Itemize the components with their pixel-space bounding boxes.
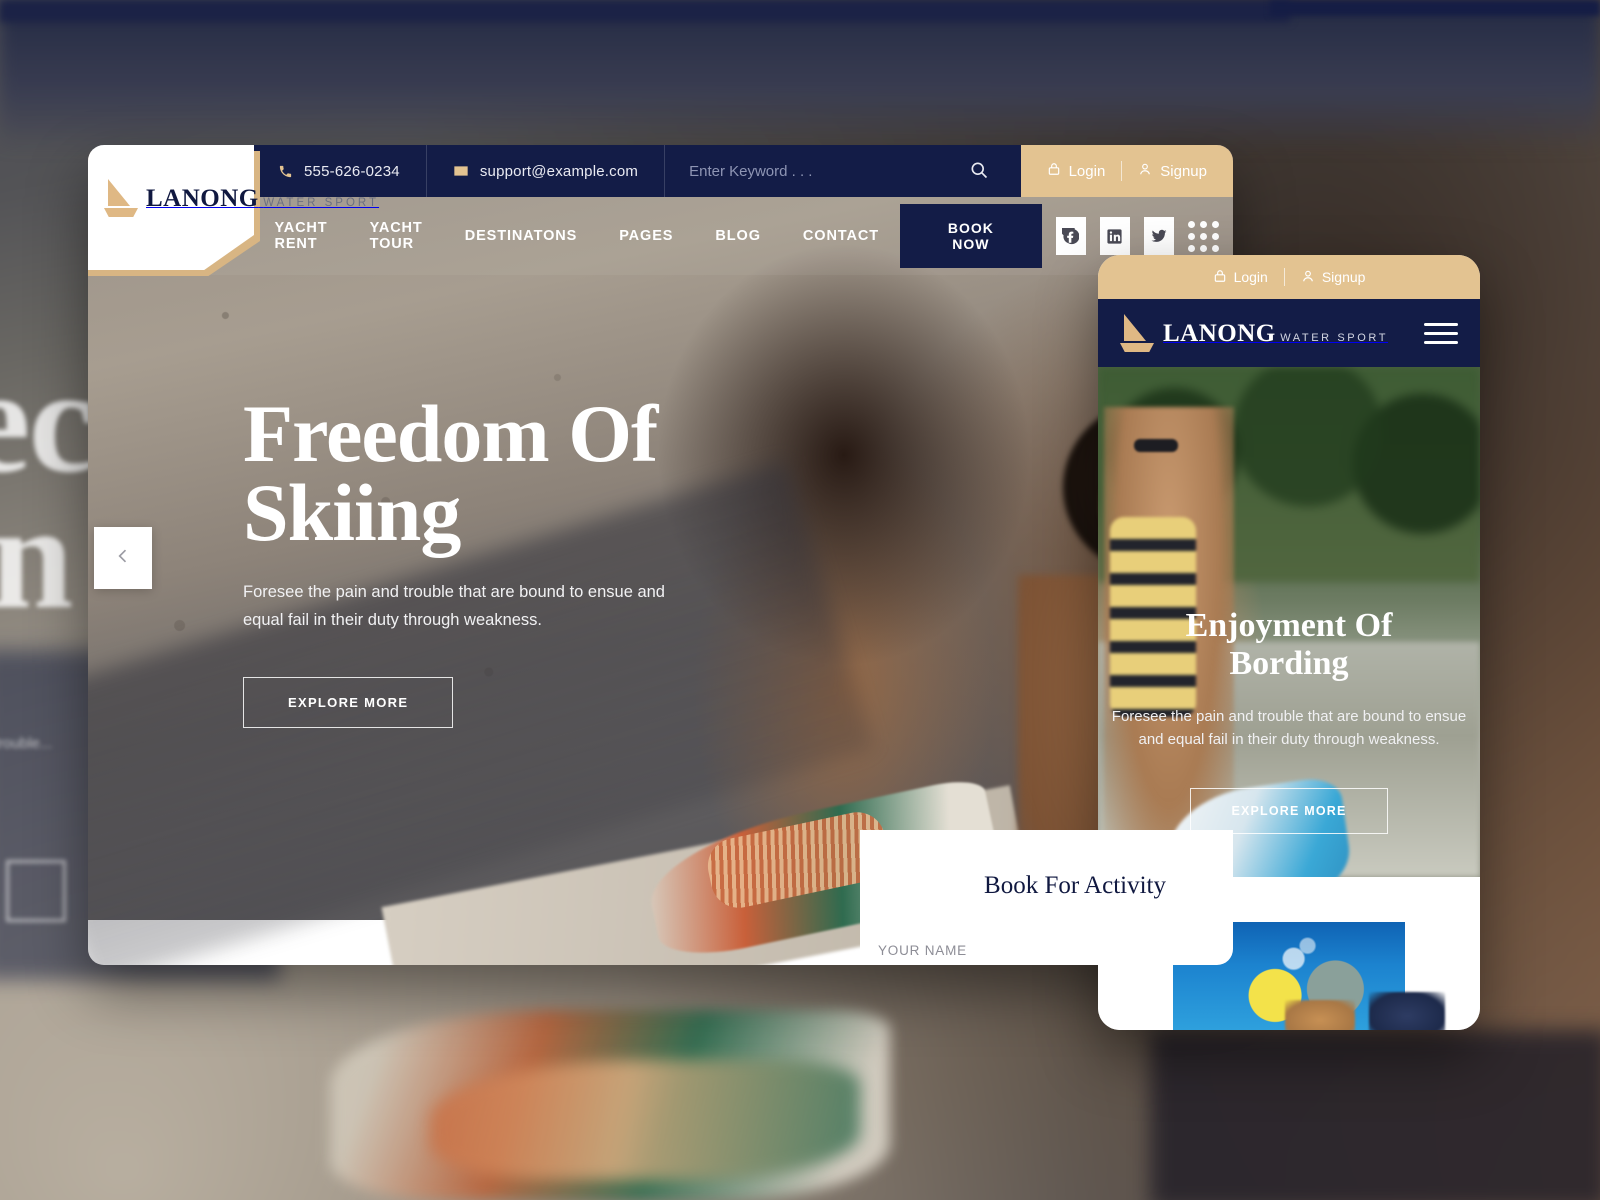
background-top-shade <box>0 0 1600 150</box>
chevron-left-icon <box>113 546 133 571</box>
carousel-prev-button[interactable] <box>94 527 152 589</box>
background-ghost-text-line2: n <box>0 474 73 640</box>
nav-item-yacht-tour[interactable]: YACHT TOUR <box>349 220 444 252</box>
nav-item-yacht-rent[interactable]: YACHT RENT <box>253 220 348 252</box>
search-input[interactable] <box>689 162 969 180</box>
search-area <box>665 145 1020 197</box>
mobile-header: LANONG WATER SPORT <box>1098 299 1480 367</box>
sailboat-icon <box>1120 314 1154 352</box>
phone-number: 555-626-0234 <box>304 162 400 180</box>
mobile-hero-heading-line2: Bording <box>1229 645 1349 683</box>
booking-name-label: YOUR NAME <box>878 943 967 958</box>
mobile-brand-name: LANONG <box>1163 319 1276 347</box>
search-button[interactable] <box>969 160 989 183</box>
user-icon <box>1138 162 1152 180</box>
diver-one <box>1285 1000 1355 1030</box>
main-navigation: HOME YACHT RENT YACHT TOUR DESTINATONS P… <box>164 220 900 252</box>
hero-paragraph: Foresee the pain and trouble that are bo… <box>243 583 665 630</box>
nav-item-contact[interactable]: CONTACT <box>782 228 900 244</box>
mobile-signup-label: Signup <box>1321 269 1366 285</box>
background-surfboard-pad-blur <box>430 1060 860 1180</box>
hero-heading-line2: Skiing <box>243 466 461 558</box>
background-ghost-small-text: trouble... <box>0 735 53 752</box>
mobile-hero: Enjoyment Of Bording Foresee the pain an… <box>1098 367 1480 877</box>
sailboat-icon <box>104 179 138 217</box>
background-navy-strip-right <box>1270 0 1600 16</box>
mobile-explore-more-button[interactable]: EXPLORE MORE <box>1190 787 1388 834</box>
mobile-brand-tagline: WATER SPORT <box>1280 331 1389 344</box>
search-icon <box>969 160 989 183</box>
mobile-site-logo[interactable]: LANONG WATER SPORT <box>1120 314 1388 352</box>
dots-grid-icon[interactable] <box>1187 220 1219 252</box>
twitter-icon[interactable] <box>1143 217 1174 255</box>
mobile-topbar: Login Signup <box>1098 255 1480 299</box>
background-bottom-shade <box>1150 1030 1600 1200</box>
user-icon <box>1301 269 1315 286</box>
email-contact[interactable]: support@example.com <box>427 145 664 197</box>
mobile-login-label: Login <box>1233 269 1268 285</box>
lock-icon <box>1213 269 1227 286</box>
site-logo[interactable]: LANONG WATER SPORT <box>104 179 379 217</box>
nav-item-pages[interactable]: PAGES <box>598 228 694 244</box>
background-ghost-box <box>6 860 66 922</box>
mobile-signup-link[interactable]: Signup <box>1301 269 1366 286</box>
nav-item-blog[interactable]: BLOG <box>694 228 782 244</box>
signup-link[interactable]: Signup <box>1138 162 1207 180</box>
background-navy-strip <box>0 0 1290 22</box>
envelope-icon <box>453 163 469 179</box>
mobile-hero-content: Enjoyment Of Bording Foresee the pain an… <box>1098 367 1480 834</box>
desktop-mockup: 555-626-0234 support@example.com Enter K… <box>88 145 1233 965</box>
mobile-auth-divider <box>1283 268 1285 286</box>
facebook-icon[interactable] <box>1055 217 1086 255</box>
mobile-hero-heading-line1: Enjoyment Of <box>1185 607 1393 644</box>
hamburger-menu-icon[interactable] <box>1424 322 1458 344</box>
auth-area: Login Signup <box>1020 145 1233 197</box>
brand-name: LANONG <box>146 184 259 212</box>
linkedin-icon[interactable] <box>1099 217 1130 255</box>
book-now-button[interactable]: BOOK NOW <box>900 204 1042 268</box>
hero-explore-more-button[interactable]: EXPLORE MORE <box>243 676 454 728</box>
login-label: Login <box>1068 162 1106 180</box>
logo-text: LANONG WATER SPORT <box>146 186 379 211</box>
signup-label: Signup <box>1160 162 1207 180</box>
email-address: support@example.com <box>479 162 639 180</box>
background-ghost-text-line1: ec <box>0 338 95 504</box>
hero-content: Freedom Of Skiing Foresee the pain and t… <box>243 393 763 728</box>
hero-heading: Freedom Of Skiing <box>243 393 763 554</box>
mobile-hero-heading: Enjoyment Of Bording <box>1098 607 1480 683</box>
nav-item-destinatons[interactable]: DESTINATONS <box>444 228 598 244</box>
auth-divider <box>1121 161 1123 181</box>
booking-title: Book For Activity <box>984 872 1166 899</box>
mobile-hero-paragraph: Foresee the pain and trouble that are bo… <box>1111 708 1467 749</box>
phone-icon <box>278 164 293 179</box>
login-link[interactable]: Login <box>1047 162 1106 180</box>
lock-icon <box>1047 162 1061 180</box>
brand-tagline: WATER SPORT <box>263 196 380 209</box>
diver-two <box>1369 992 1445 1030</box>
booking-card: Book For Activity YOUR NAME <box>860 830 1233 965</box>
mobile-login-link[interactable]: Login <box>1213 269 1268 286</box>
hero-heading-line1: Freedom Of <box>243 388 658 479</box>
mobile-logo-text: LANONG WATER SPORT <box>1163 321 1388 346</box>
